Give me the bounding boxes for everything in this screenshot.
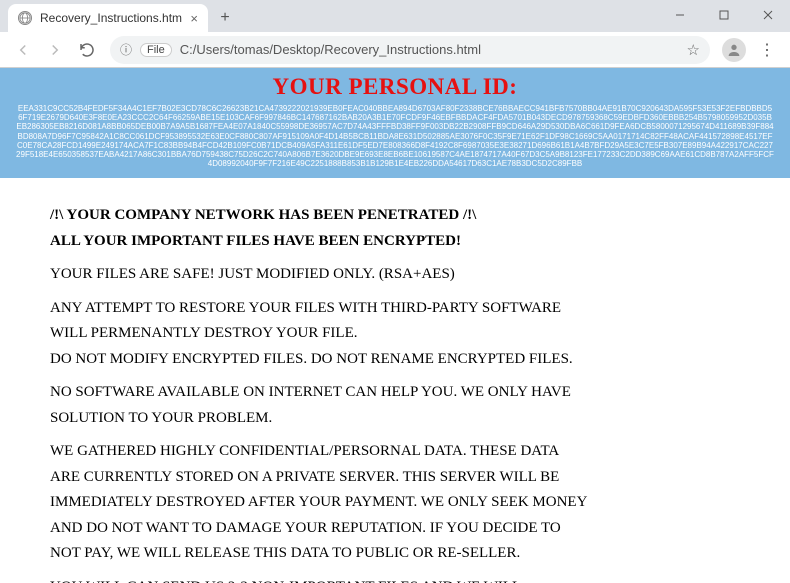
url-text: C:/Users/tomas/Desktop/Recovery_Instruct… bbox=[180, 42, 679, 57]
tab-title: Recovery_Instructions.html bbox=[40, 11, 182, 25]
banner-title: YOUR PERSONAL ID: bbox=[12, 74, 778, 100]
text-data-a: WE GATHERED HIGHLY CONFIDENTIAL/PERSORNA… bbox=[50, 442, 740, 462]
maximize-button[interactable] bbox=[702, 0, 746, 30]
menu-button[interactable]: ⋮ bbox=[752, 40, 782, 60]
text-data-b: ARE CURRENTLY STORED ON A PRIVATE SERVER… bbox=[50, 468, 740, 488]
text-nosoft-b: SOLUTION TO YOUR PROBLEM. bbox=[50, 409, 740, 429]
heading-encrypted: ALL YOUR IMPORTANT FILES HAVE BEEN ENCRY… bbox=[50, 233, 461, 249]
close-window-button[interactable] bbox=[746, 0, 790, 30]
text-safe: YOUR FILES ARE SAFE! JUST MODIFIED ONLY.… bbox=[50, 265, 740, 285]
ransom-content: /!\ YOUR COMPANY NETWORK HAS BEEN PENETR… bbox=[0, 178, 790, 583]
info-icon[interactable]: ⓘ bbox=[120, 41, 132, 58]
back-button[interactable] bbox=[8, 36, 38, 64]
text-data-c: IMMEDIATELY DESTROYED AFTER YOUR PAYMENT… bbox=[50, 493, 740, 513]
new-tab-button[interactable]: + bbox=[212, 5, 238, 31]
text-warn-b: WILL PERMENANTLY DESTROY YOUR FILE. bbox=[50, 324, 740, 344]
text-data-e: NOT PAY, WE WILL RELEASE THIS DATA TO PU… bbox=[50, 544, 740, 564]
page-content: YOUR PERSONAL ID: EEA331C9CC52B4FEDF5F34… bbox=[0, 68, 790, 583]
close-tab-icon[interactable]: × bbox=[190, 11, 198, 26]
globe-icon bbox=[18, 11, 32, 25]
forward-button[interactable] bbox=[40, 36, 70, 64]
browser-tab[interactable]: Recovery_Instructions.html × bbox=[8, 4, 208, 32]
window-controls bbox=[658, 0, 790, 30]
heading-penetrated: /!\ YOUR COMPANY NETWORK HAS BEEN PENETR… bbox=[50, 207, 476, 223]
toolbar: ⓘ File C:/Users/tomas/Desktop/Recovery_I… bbox=[0, 32, 790, 68]
text-data-d: AND DO NOT WANT TO DAMAGE YOUR REPUTATIO… bbox=[50, 519, 740, 539]
file-protocol-chip: File bbox=[140, 43, 172, 57]
profile-avatar[interactable] bbox=[722, 38, 746, 62]
minimize-button[interactable] bbox=[658, 0, 702, 30]
reload-button[interactable] bbox=[72, 36, 102, 64]
text-warn-c: DO NOT MODIFY ENCRYPTED FILES. DO NOT RE… bbox=[50, 350, 740, 370]
titlebar: Recovery_Instructions.html × + bbox=[0, 0, 790, 32]
banner: YOUR PERSONAL ID: EEA331C9CC52B4FEDF5F34… bbox=[0, 68, 790, 178]
address-bar[interactable]: ⓘ File C:/Users/tomas/Desktop/Recovery_I… bbox=[110, 36, 710, 64]
personal-id: EEA331C9CC52B4FEDF5F34A4C1EF7B02E3CD78C6… bbox=[12, 104, 778, 168]
text-nosoft-a: NO SOFTWARE AVAILABLE ON INTERNET CAN HE… bbox=[50, 383, 740, 403]
bookmark-star-icon[interactable]: ☆ bbox=[687, 41, 700, 59]
text-warn-a: ANY ATTEMPT TO RESTORE YOUR FILES WITH T… bbox=[50, 299, 740, 319]
text-proof-a: YOU WILL CAN SEND US 2-3 NON-IMPORTANT F… bbox=[50, 578, 740, 583]
